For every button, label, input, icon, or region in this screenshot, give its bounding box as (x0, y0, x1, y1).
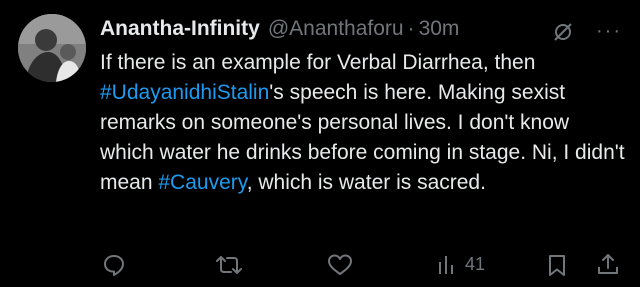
bookmark-button[interactable] (546, 253, 568, 277)
like-button[interactable] (327, 253, 353, 277)
tweet-body: Anantha-Infinity @Ananthaforu · 30m ··· … (100, 12, 628, 198)
reply-button[interactable] (102, 253, 126, 277)
more-icon[interactable]: ··· (596, 20, 622, 43)
views-count: 41 (465, 253, 486, 274)
tweet-header: Anantha-Infinity @Ananthaforu · 30m (100, 12, 628, 46)
timestamp[interactable]: 30m (419, 17, 460, 41)
views-button[interactable]: 41 (437, 252, 485, 276)
tweet-text-part3: , which is water is sacred. (246, 171, 486, 194)
author-handle[interactable]: @Ananthaforu (268, 17, 404, 41)
views-icon (439, 256, 453, 274)
reply-icon (104, 255, 124, 276)
like-icon (328, 254, 352, 275)
separator-dot: · (407, 17, 415, 40)
retweet-icon (216, 256, 242, 274)
retweet-button[interactable] (216, 253, 242, 277)
share-icon (598, 254, 618, 274)
author-name[interactable]: Anantha-Infinity (100, 17, 260, 41)
bookmark-icon (549, 255, 565, 276)
hashtag-link[interactable]: #UdayanidhiStalin (100, 81, 269, 104)
tweet-text-part1: If there is an example for Verbal Diarrh… (100, 51, 536, 74)
hashtag-link[interactable]: #Cauvery (158, 171, 246, 194)
avatar-photo (18, 14, 86, 82)
avatar[interactable] (18, 14, 86, 82)
share-button[interactable] (596, 252, 620, 276)
tweet-text: If there is an example for Verbal Diarrh… (100, 48, 628, 198)
action-bar: 41 (0, 250, 640, 280)
grok-icon[interactable] (552, 21, 574, 48)
